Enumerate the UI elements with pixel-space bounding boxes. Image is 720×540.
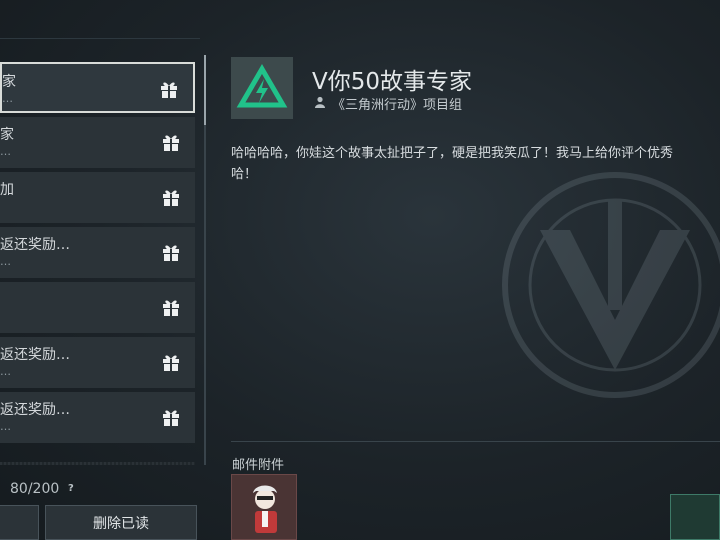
gift-icon bbox=[163, 135, 179, 151]
sender-logo bbox=[231, 57, 293, 119]
mail-item[interactable]: 家 … bbox=[0, 117, 195, 168]
gift-icon bbox=[163, 190, 179, 206]
claim-all-button[interactable] bbox=[0, 505, 39, 540]
game-emblem-watermark bbox=[502, 172, 720, 398]
mail-item-title: 家 bbox=[0, 127, 14, 143]
mail-body: 哈哈哈哈，你娃这个故事太扯把子了，硬是把我笑瓜了！我马上给你评个优秀 哈！ bbox=[231, 146, 674, 182]
header-divider bbox=[0, 38, 200, 39]
mail-item-title: 返还奖励… bbox=[0, 402, 70, 418]
mail-item[interactable]: 返还奖励… … bbox=[0, 392, 195, 443]
gift-icon bbox=[163, 410, 179, 426]
character-figure-icon bbox=[253, 485, 277, 533]
mail-list: 家 … 家 … 加 返还奖励… … 返还奖励… … 返还奖励… … bbox=[0, 62, 195, 447]
gift-icon bbox=[163, 245, 179, 261]
mail-item-subtitle: … bbox=[0, 145, 11, 158]
attachment-divider bbox=[231, 441, 720, 442]
mail-item-title: 加 bbox=[0, 182, 14, 198]
list-footer-divider bbox=[0, 462, 195, 465]
mail-item[interactable]: 返还奖励… … bbox=[0, 227, 195, 278]
gift-icon bbox=[161, 82, 177, 98]
scrollbar-thumb[interactable] bbox=[204, 55, 206, 125]
mail-item-subtitle: … bbox=[2, 92, 13, 105]
mail-title: V你50故事专家 bbox=[312, 69, 473, 95]
corner-preview-thumbnail[interactable] bbox=[670, 494, 720, 540]
delete-read-button[interactable]: 删除已读 bbox=[45, 505, 197, 540]
mail-item-subtitle: … bbox=[0, 365, 11, 378]
mail-count: 80/200 bbox=[10, 481, 60, 497]
mail-item[interactable]: 返还奖励… … bbox=[0, 337, 195, 388]
mail-item-subtitle: … bbox=[0, 255, 11, 268]
attachments-label: 邮件附件 bbox=[232, 458, 285, 473]
mail-item[interactable]: 家 … bbox=[0, 62, 195, 113]
mail-sender: 《三角洲行动》项目组 bbox=[332, 98, 463, 113]
gift-icon bbox=[163, 355, 179, 371]
mail-item[interactable]: 加 bbox=[0, 172, 195, 223]
gift-icon bbox=[163, 300, 179, 316]
attachment-item[interactable] bbox=[231, 474, 297, 540]
mail-item-subtitle: … bbox=[0, 420, 11, 433]
mail-item-title: 家 bbox=[2, 74, 16, 90]
delta-logo-icon bbox=[236, 64, 288, 108]
help-icon[interactable]: ? bbox=[68, 483, 74, 494]
mail-item-title: 返还奖励… bbox=[0, 237, 70, 253]
mail-item-title: 返还奖励… bbox=[0, 347, 70, 363]
mail-item[interactable] bbox=[0, 282, 195, 333]
person-icon bbox=[315, 96, 325, 108]
